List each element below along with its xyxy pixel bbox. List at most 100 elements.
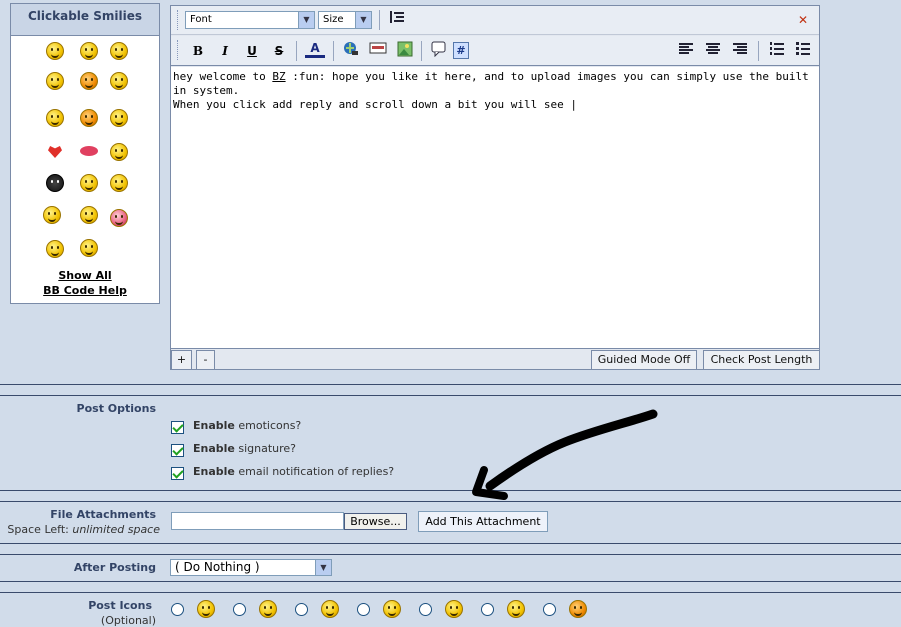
toolbar-separator	[333, 41, 334, 61]
smiley-grin-icon[interactable]	[110, 143, 128, 161]
divider	[0, 501, 901, 502]
enable-emoticons-checkbox[interactable]	[171, 421, 184, 434]
post-icon-radio[interactable]	[543, 603, 556, 616]
smilies-title: Clickable Smilies	[11, 4, 159, 36]
after-posting-value: ( Do Nothing )	[175, 560, 260, 574]
enable-email-notification-checkbox[interactable]	[171, 467, 184, 480]
post-icon-content-icon	[321, 600, 339, 618]
check-post-length-button[interactable]: Check Post Length	[703, 350, 820, 370]
enable-signature-label: Enable signature?	[193, 442, 297, 455]
message-textarea[interactable]: hey welcome to BZ :fun: hope you like it…	[171, 67, 819, 349]
post-options-label: Post Options	[76, 402, 156, 415]
post-icon-happy-icon	[259, 600, 277, 618]
underline-button[interactable]: U	[242, 41, 262, 61]
after-posting-select[interactable]: ( Do Nothing ) ▼	[170, 559, 332, 576]
strikethrough-button[interactable]: S	[269, 41, 289, 61]
editor-toolbar-format: B I U S A #	[171, 36, 819, 66]
size-select[interactable]: Size ▼	[318, 11, 372, 29]
divider	[0, 543, 901, 544]
post-icon-surprised-icon	[445, 600, 463, 618]
smiley-love-icon[interactable]	[110, 209, 128, 227]
bold-button[interactable]: B	[188, 41, 208, 61]
align-left-icon[interactable]	[676, 41, 696, 61]
align-center-icon[interactable]	[703, 41, 723, 61]
toolbar-grip[interactable]	[177, 40, 180, 60]
increase-size-button[interactable]: +	[171, 350, 192, 370]
post-icon-radio[interactable]	[171, 603, 184, 616]
message-text-bz: BZ	[272, 70, 286, 83]
decrease-size-button[interactable]: -	[196, 350, 215, 370]
divider	[0, 554, 901, 555]
post-icon-laugh-icon	[507, 600, 525, 618]
email-icon[interactable]	[368, 41, 388, 61]
quote-icon[interactable]	[429, 41, 449, 61]
post-icon-radio[interactable]	[419, 603, 432, 616]
smilies-panel: Clickable Smilies Show All BB Code Help	[10, 3, 160, 304]
enable-email-notification-label: Enable email notification of replies?	[193, 465, 395, 478]
smiley-crazy-icon[interactable]	[46, 109, 64, 127]
editor-toolbar-top: Font ▼ Size ▼ ✕	[171, 6, 819, 35]
post-icon-smile-icon	[197, 600, 215, 618]
smiley-eek-icon[interactable]	[46, 72, 64, 90]
toolbar-separator	[758, 41, 759, 61]
heart-icon[interactable]	[48, 146, 62, 158]
toolbar-separator	[421, 41, 422, 61]
message-text-1: hey welcome to	[173, 70, 273, 83]
smiley-sad-icon[interactable]	[80, 42, 98, 60]
size-select-value: Size	[323, 14, 344, 25]
divider	[0, 490, 901, 491]
post-icon-radio[interactable]	[357, 603, 370, 616]
post-icon-radio[interactable]	[233, 603, 246, 616]
enable-emoticons-label: Enable emoticons?	[193, 419, 302, 432]
smiley-devil-icon[interactable]	[80, 109, 98, 127]
close-icon[interactable]: ✕	[793, 10, 813, 30]
italic-button[interactable]: I	[215, 41, 235, 61]
kiss-icon[interactable]	[80, 146, 98, 156]
toolbar-grip[interactable]	[177, 10, 180, 30]
smiley-cool-icon[interactable]	[110, 72, 128, 90]
guided-mode-button[interactable]: Guided Mode Off	[591, 350, 697, 370]
code-button[interactable]: #	[453, 42, 469, 59]
divider	[0, 395, 901, 396]
ordered-list-icon[interactable]	[767, 41, 787, 61]
font-select-value: Font	[190, 14, 212, 25]
file-input[interactable]	[171, 512, 344, 530]
unordered-list-icon[interactable]	[793, 41, 813, 61]
chevron-down-icon: ▼	[298, 12, 314, 28]
smiley-ninja-icon[interactable]	[46, 174, 64, 192]
smiley-smile-icon[interactable]	[110, 42, 128, 60]
smiley-party-icon[interactable]	[110, 109, 128, 127]
space-left-text: Space Left: unlimited space	[7, 523, 160, 536]
toolbar-separator	[296, 41, 297, 61]
add-attachment-button[interactable]: Add This Attachment	[418, 511, 548, 532]
link-icon[interactable]	[341, 41, 361, 61]
show-all-link[interactable]: Show All	[11, 269, 159, 282]
smiley-shocked-icon[interactable]	[80, 174, 98, 192]
annotation-arrow-icon	[472, 409, 658, 500]
smiley-wave-icon[interactable]	[43, 206, 61, 224]
divider	[0, 581, 901, 582]
text-color-button[interactable]: A	[305, 40, 325, 58]
browse-button[interactable]: Browse...	[344, 513, 407, 530]
toolbar-separator	[379, 10, 380, 30]
post-icon-radio[interactable]	[481, 603, 494, 616]
post-icon-radio[interactable]	[295, 603, 308, 616]
smiley-tongue-icon[interactable]	[110, 174, 128, 192]
chevron-down-icon: ▼	[315, 560, 331, 575]
smiley-rolleyes-icon[interactable]	[80, 239, 98, 257]
message-text-3: When you click add reply and scroll down…	[173, 98, 577, 111]
image-icon[interactable]	[395, 41, 415, 61]
font-select[interactable]: Font ▼	[185, 11, 315, 29]
smiley-icon[interactable]	[46, 42, 64, 60]
bbcode-help-link[interactable]: BB Code Help	[11, 284, 159, 297]
smiley-wink-icon[interactable]	[80, 206, 98, 224]
smiley-laugh-icon[interactable]	[46, 240, 64, 258]
align-right-icon[interactable]	[730, 41, 750, 61]
remove-format-icon[interactable]	[387, 10, 407, 30]
post-icon-angry-icon	[569, 600, 587, 618]
post-icon-grin-icon	[383, 600, 401, 618]
after-posting-label: After Posting	[73, 561, 156, 574]
smiley-angry-icon[interactable]	[80, 72, 98, 90]
enable-signature-checkbox[interactable]	[171, 444, 184, 457]
divider	[0, 592, 901, 593]
